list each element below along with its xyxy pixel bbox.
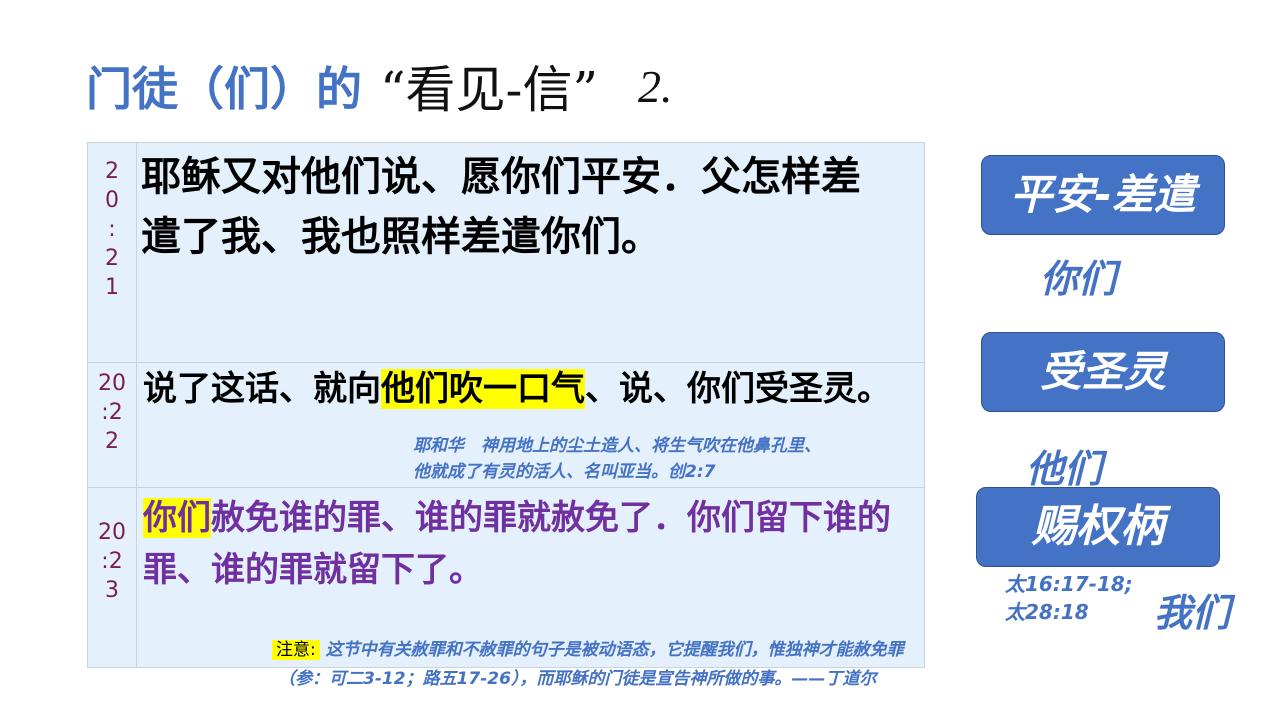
verse-row-20-21: 2 0 : 2 1 耶稣又对他们说、愿你们平安．父怎样差遣了我、我也照样差遣你们… xyxy=(87,142,925,363)
highlighted-phrase: 你们 xyxy=(143,498,211,538)
verse-table: 2 0 : 2 1 耶稣又对他们说、愿你们平安．父怎样差遣了我、我也照样差遣你们… xyxy=(87,142,925,668)
title-prefix: 门徒（们）的 xyxy=(86,62,362,116)
label-us: 我们 xyxy=(1154,591,1231,635)
label-them: 他们 xyxy=(1026,447,1103,491)
verse-text: 耶稣又对他们说、愿你们平安．父怎样差遣了我、我也照样差遣你们。 xyxy=(136,142,925,363)
attention-label: 注意: xyxy=(272,640,320,660)
receive-holy-spirit-button[interactable]: 受圣灵 xyxy=(981,332,1225,412)
verse-number: 20 :2 3 xyxy=(87,487,137,668)
label-you: 你们 xyxy=(1040,257,1117,301)
grant-authority-button[interactable]: 赐权柄 xyxy=(976,487,1220,567)
verse-number: 20 :2 2 xyxy=(87,362,137,488)
title-number: 2. xyxy=(638,60,673,112)
highlighted-phrase: 他们吹一口气 xyxy=(381,369,585,409)
scripture-reference: 太16:17-18; 太28:18 xyxy=(1005,572,1133,624)
genesis-note: 耶和华 神用地上的尘土造人、将生气吹在他鼻孔里、 他就成了有灵的活人、名叫亚当。… xyxy=(413,436,821,482)
slide-title: 门徒（们）的 “看见-信” 2. xyxy=(86,50,673,120)
peace-sending-button[interactable]: 平安-差遣 xyxy=(981,155,1225,235)
verse-number: 2 0 : 2 1 xyxy=(87,142,137,363)
attention-note: 注意: 这节中有关赦罪和不赦罪的句子是被动语态，它提醒我们，惟独神才能赦免罪 （… xyxy=(272,636,904,694)
title-quote: “看见-信” xyxy=(380,61,599,119)
